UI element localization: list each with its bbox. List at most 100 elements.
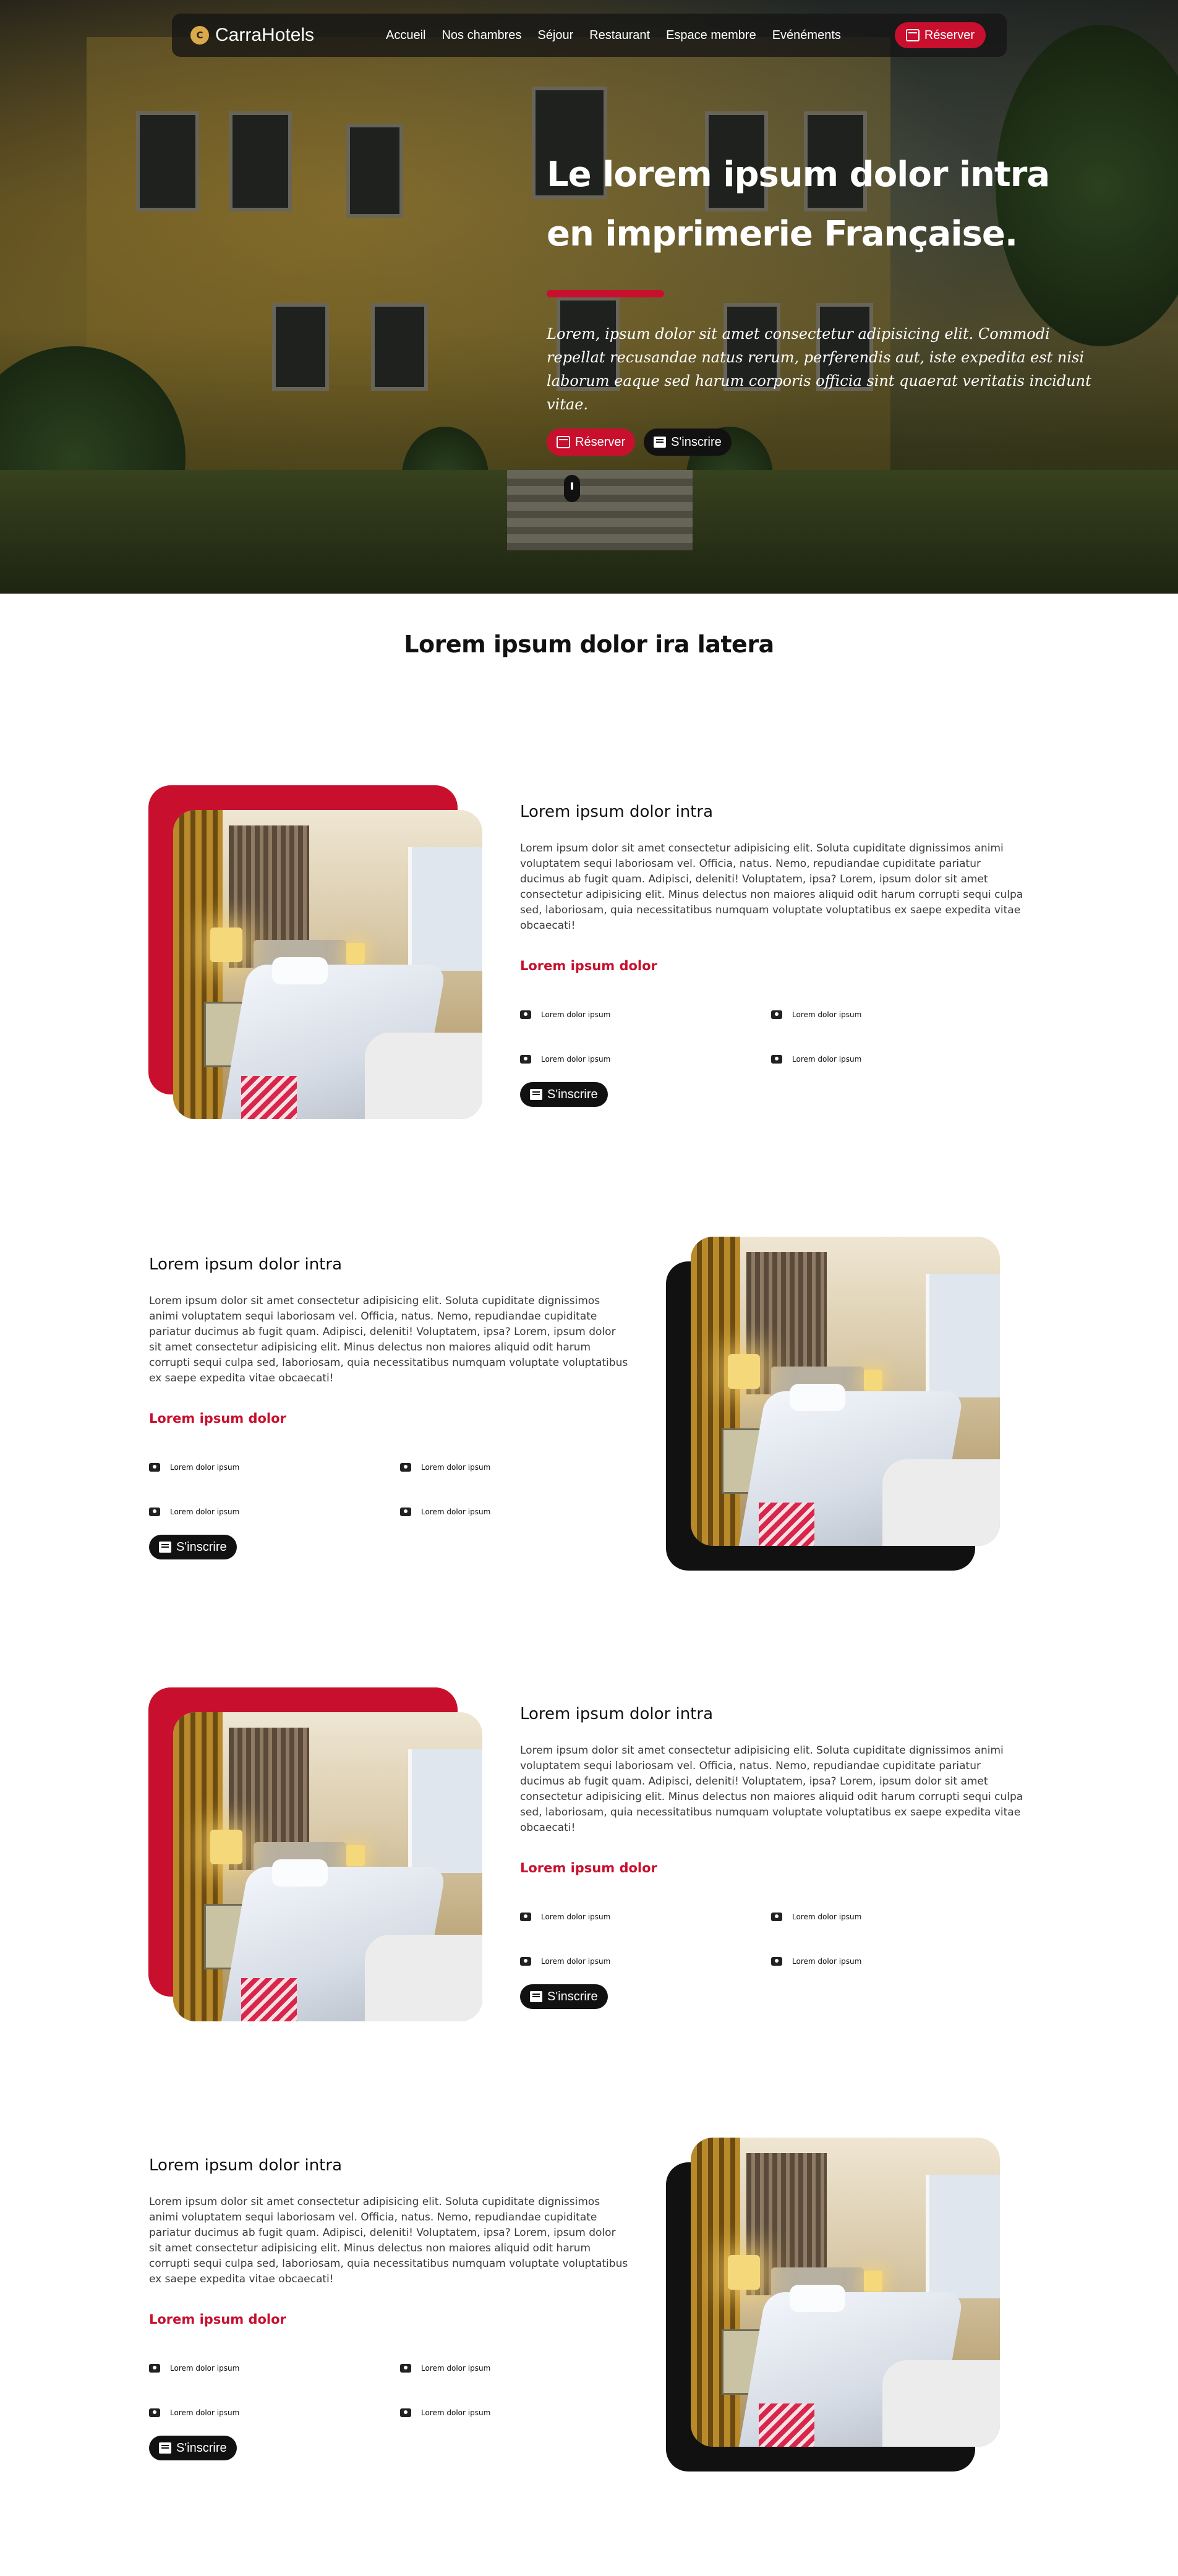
- amenity-label: Lorem dolor ipsum: [170, 2364, 240, 2373]
- feature-row-3: Lorem ipsum dolor intra Lorem ipsum dolo…: [0, 1687, 1178, 2058]
- nav-reserve-button[interactable]: Réserver: [894, 22, 986, 48]
- feature-title: Lorem ipsum dolor intra: [520, 1705, 713, 1723]
- amenity-label: Lorem dolor ipsum: [421, 2364, 491, 2373]
- amenity-label: Lorem dolor ipsum: [541, 1957, 611, 1966]
- amenity-label: Lorem dolor ipsum: [170, 1508, 240, 1516]
- hero-reserve-label: Réserver: [575, 435, 626, 449]
- main-navbar: C CarraHotels Accueil Nos chambres Séjou…: [172, 14, 1007, 57]
- amenity-label: Lorem dolor ipsum: [421, 1508, 491, 1516]
- camera-icon: [400, 1508, 411, 1516]
- hero-register-button[interactable]: S'inscrire: [644, 429, 732, 456]
- amenity-item: Lorem dolor ipsum: [520, 1010, 771, 1019]
- amenity-item: Lorem dolor ipsum: [400, 2408, 651, 2417]
- brand-logo[interactable]: C CarraHotels: [190, 25, 351, 46]
- hero-title: Le lorem ipsum dolor intra en imprimerie…: [547, 145, 1103, 264]
- hero-register-label: S'inscrire: [671, 435, 722, 449]
- brand-name: CarraHotels: [215, 25, 315, 45]
- hotel-logo-icon: C: [190, 26, 209, 45]
- camera-icon: [771, 1913, 782, 1921]
- hero-reserve-button[interactable]: Réserver: [547, 429, 636, 456]
- hero-content: Le lorem ipsum dolor intra en imprimerie…: [547, 145, 1103, 456]
- hero-description: Lorem, ipsum dolor sit amet consectetur …: [547, 325, 1091, 413]
- book-icon: [530, 1089, 542, 1100]
- amenity-label: Lorem dolor ipsum: [792, 1957, 862, 1966]
- amenities-list: Lorem dolor ipsum Lorem dolor ipsum Lore…: [149, 1463, 656, 1516]
- feature-subtitle: Lorem ipsum dolor: [520, 1861, 657, 1875]
- amenity-item: Lorem dolor ipsum: [149, 2408, 400, 2417]
- amenity-item: Lorem dolor ipsum: [149, 1508, 400, 1516]
- amenity-item: Lorem dolor ipsum: [400, 2364, 651, 2373]
- camera-icon: [149, 2364, 160, 2373]
- register-label: S'inscrire: [547, 1989, 598, 2003]
- camera-icon: [400, 2408, 411, 2417]
- register-label: S'inscrire: [176, 1540, 227, 1554]
- amenity-label: Lorem dolor ipsum: [792, 1055, 862, 1064]
- register-label: S'inscrire: [176, 2441, 227, 2455]
- hero-section: C CarraHotels Accueil Nos chambres Séjou…: [0, 0, 1178, 594]
- camera-icon: [771, 1957, 782, 1966]
- book-icon: [530, 1991, 542, 2002]
- amenities-list: Lorem dolor ipsum Lorem dolor ipsum Lore…: [520, 1913, 1027, 1966]
- amenity-label: Lorem dolor ipsum: [170, 2408, 240, 2417]
- feature-text: Lorem ipsum dolor intra Lorem ipsum dolo…: [520, 1705, 1027, 2009]
- register-button[interactable]: S'inscrire: [149, 2436, 237, 2460]
- amenity-label: Lorem dolor ipsum: [421, 2408, 491, 2417]
- room-photo: [173, 810, 482, 1119]
- amenity-item: Lorem dolor ipsum: [771, 1913, 1022, 1921]
- hero-buttons: Réserver S'inscrire: [547, 429, 1103, 456]
- nav-link-espace-membre[interactable]: Espace membre: [666, 28, 756, 43]
- feature-body: Lorem ipsum dolor sit amet consectetur a…: [520, 842, 1023, 932]
- nav-menu: Accueil Nos chambres Séjour Restaurant E…: [386, 28, 841, 43]
- room-photo: [173, 1712, 482, 2021]
- nav-link-restaurant[interactable]: Restaurant: [589, 28, 650, 43]
- register-label: S'inscrire: [547, 1087, 598, 1101]
- feature-row-1: Lorem ipsum dolor intra Lorem ipsum dolo…: [0, 785, 1178, 1156]
- nav-link-nos-chambres[interactable]: Nos chambres: [442, 28, 521, 43]
- feature-title: Lorem ipsum dolor intra: [149, 2156, 342, 2175]
- hero-title-line-1: Le lorem ipsum dolor intra: [547, 155, 1050, 195]
- register-button[interactable]: S'inscrire: [149, 1535, 237, 1559]
- calendar-icon: [905, 29, 920, 41]
- camera-icon: [771, 1055, 782, 1064]
- feature-row-2: Lorem ipsum dolor intra Lorem ipsum dolo…: [0, 1237, 1178, 1608]
- nav-link-accueil[interactable]: Accueil: [386, 28, 425, 43]
- feature-text: Lorem ipsum dolor intra Lorem ipsum dolo…: [149, 2156, 656, 2460]
- amenity-label: Lorem dolor ipsum: [541, 1913, 611, 1921]
- register-button[interactable]: S'inscrire: [520, 1984, 608, 2009]
- book-icon: [159, 1542, 171, 1553]
- amenity-item: Lorem dolor ipsum: [400, 1463, 651, 1472]
- feature-body: Lorem ipsum dolor sit amet consectetur a…: [149, 1295, 628, 1384]
- feature-text: Lorem ipsum dolor intra Lorem ipsum dolo…: [149, 1255, 656, 1559]
- amenity-label: Lorem dolor ipsum: [170, 1463, 240, 1472]
- amenity-label: Lorem dolor ipsum: [792, 1913, 862, 1921]
- feature-subtitle: Lorem ipsum dolor: [520, 958, 657, 973]
- nav-reserve-label: Réserver: [924, 28, 975, 42]
- mouse-scroll-icon[interactable]: [564, 475, 580, 502]
- nav-link-evenements[interactable]: Evénéments: [772, 28, 841, 43]
- nav-link-sejour[interactable]: Séjour: [537, 28, 573, 43]
- camera-icon: [520, 1913, 531, 1921]
- camera-icon: [520, 1010, 531, 1019]
- feature-subtitle: Lorem ipsum dolor: [149, 1411, 286, 1426]
- room-photo: [691, 2138, 1000, 2447]
- register-button[interactable]: S'inscrire: [520, 1082, 608, 1107]
- hero-title-line-2: en imprimerie Française.: [547, 214, 1018, 254]
- hero-accent-bar: [547, 290, 664, 297]
- amenity-item: Lorem dolor ipsum: [771, 1055, 1022, 1064]
- feature-title: Lorem ipsum dolor intra: [520, 803, 713, 821]
- feature-title: Lorem ipsum dolor intra: [149, 1255, 342, 1274]
- amenity-item: Lorem dolor ipsum: [520, 1913, 771, 1921]
- book-icon: [159, 2442, 171, 2454]
- camera-icon: [520, 1055, 531, 1064]
- amenity-item: Lorem dolor ipsum: [520, 1055, 771, 1064]
- feature-text: Lorem ipsum dolor intra Lorem ipsum dolo…: [520, 803, 1027, 1107]
- camera-icon: [520, 1957, 531, 1966]
- amenity-item: Lorem dolor ipsum: [771, 1010, 1022, 1019]
- section-title: Lorem ipsum dolor ira latera: [404, 631, 774, 658]
- camera-icon: [149, 2408, 160, 2417]
- amenity-label: Lorem dolor ipsum: [792, 1010, 862, 1019]
- calendar-icon: [557, 436, 570, 448]
- camera-icon: [771, 1010, 782, 1019]
- feature-body: Lorem ipsum dolor sit amet consectetur a…: [149, 2196, 628, 2285]
- book-icon: [654, 437, 667, 448]
